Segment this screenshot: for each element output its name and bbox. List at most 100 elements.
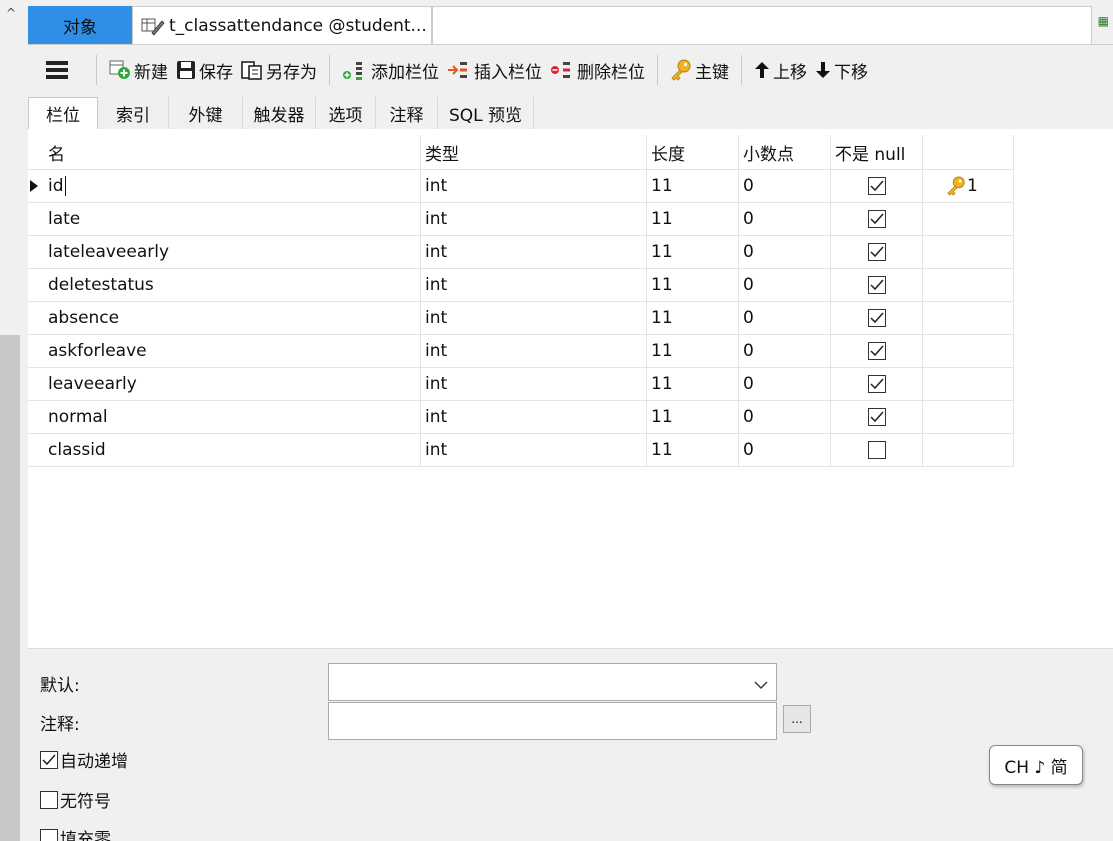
table-row[interactable]: normal int 11 0 xyxy=(28,401,1014,434)
tab-objects[interactable]: 对象 xyxy=(28,6,132,44)
row-indicator[interactable] xyxy=(28,368,44,400)
auto-increment-checkbox-row[interactable]: 自动递增 xyxy=(40,747,128,772)
field-length-cell[interactable]: 11 xyxy=(647,401,739,433)
field-length-cell[interactable]: 11 xyxy=(647,203,739,235)
field-length-cell[interactable]: 11 xyxy=(647,368,739,400)
tab-table-design[interactable]: t_classattendance @student... xyxy=(132,6,432,44)
auto-increment-checkbox[interactable] xyxy=(40,750,58,769)
move-down-button[interactable]: 下移 xyxy=(811,55,872,85)
field-type-cell[interactable]: int xyxy=(421,335,647,367)
field-not-null-cell[interactable] xyxy=(831,236,923,268)
field-decimals-cell[interactable]: 0 xyxy=(739,368,831,400)
field-not-null-cell[interactable] xyxy=(831,302,923,334)
field-type-cell[interactable]: int xyxy=(421,203,647,235)
field-name-cell[interactable]: lateleaveearly xyxy=(44,236,421,268)
row-indicator[interactable] xyxy=(28,269,44,301)
comment-input[interactable] xyxy=(328,702,777,740)
move-up-button[interactable]: 上移 xyxy=(750,55,811,85)
field-not-null-cell[interactable] xyxy=(831,434,923,466)
field-not-null-cell[interactable] xyxy=(831,335,923,367)
field-decimals-cell[interactable]: 0 xyxy=(739,302,831,334)
zerofill-checkbox-row[interactable]: 填充零 xyxy=(40,825,111,841)
field-name-cell[interactable]: late xyxy=(44,203,421,235)
column-header-name[interactable]: 名 xyxy=(44,135,421,169)
comment-ellipsis-button[interactable]: ... xyxy=(783,705,811,733)
table-row[interactable]: leaveearly int 11 0 xyxy=(28,368,1014,401)
new-button[interactable]: 新建 xyxy=(105,55,172,85)
subtab-indexes[interactable]: 索引 xyxy=(98,97,169,129)
row-indicator[interactable] xyxy=(28,434,44,466)
menu-icon[interactable] xyxy=(46,61,68,79)
field-length-cell[interactable]: 11 xyxy=(647,236,739,268)
table-row[interactable]: absence int 11 0 xyxy=(28,302,1014,335)
zerofill-checkbox[interactable] xyxy=(40,828,58,841)
subtab-triggers[interactable]: 触发器 xyxy=(243,97,316,129)
field-not-null-cell[interactable] xyxy=(831,368,923,400)
column-header-not-null[interactable]: 不是 null xyxy=(831,135,923,169)
default-select[interactable] xyxy=(328,663,777,701)
not-null-checkbox[interactable] xyxy=(867,177,886,195)
subtab-fields[interactable]: 栏位 xyxy=(28,97,98,129)
field-name-cell[interactable]: normal xyxy=(44,401,421,433)
field-name-cell[interactable]: absence xyxy=(44,302,421,334)
not-null-checkbox[interactable] xyxy=(867,441,886,459)
ime-indicator[interactable]: CH ♪ 简 xyxy=(989,745,1083,785)
field-not-null-cell[interactable] xyxy=(831,203,923,235)
subtab-options[interactable]: 选项 xyxy=(316,97,376,129)
not-null-checkbox[interactable] xyxy=(867,342,886,360)
field-type-cell[interactable]: int xyxy=(421,434,647,466)
row-indicator[interactable] xyxy=(28,302,44,334)
field-type-cell[interactable]: int xyxy=(421,269,647,301)
not-null-checkbox[interactable] xyxy=(867,375,886,393)
field-not-null-cell[interactable] xyxy=(831,269,923,301)
primary-key-button[interactable]: 主键 xyxy=(666,55,733,85)
field-decimals-cell[interactable]: 0 xyxy=(739,203,831,235)
column-header-length[interactable]: 长度 xyxy=(647,135,739,169)
not-null-checkbox[interactable] xyxy=(867,309,886,327)
field-name-cell[interactable]: classid xyxy=(44,434,421,466)
subtab-comments[interactable]: 注释 xyxy=(376,97,438,129)
field-decimals-cell[interactable]: 0 xyxy=(739,401,831,433)
field-type-cell[interactable]: int xyxy=(421,236,647,268)
field-type-cell[interactable]: int xyxy=(421,170,647,202)
table-row[interactable]: askforleave int 11 0 xyxy=(28,335,1014,368)
row-indicator[interactable] xyxy=(28,236,44,268)
field-name-cell[interactable]: id xyxy=(44,170,421,202)
field-not-null-cell[interactable] xyxy=(831,401,923,433)
field-not-null-cell[interactable] xyxy=(831,170,923,202)
row-indicator[interactable] xyxy=(28,401,44,433)
subtab-foreign-keys[interactable]: 外键 xyxy=(169,97,243,129)
row-indicator[interactable] xyxy=(28,203,44,235)
table-row[interactable]: deletestatus int 11 0 xyxy=(28,269,1014,302)
field-type-cell[interactable]: int xyxy=(421,302,647,334)
field-length-cell[interactable]: 11 xyxy=(647,170,739,202)
table-row[interactable]: id int 11 0 1 xyxy=(28,170,1014,203)
not-null-checkbox[interactable] xyxy=(867,276,886,294)
not-null-checkbox[interactable] xyxy=(867,243,886,261)
table-row[interactable]: lateleaveearly int 11 0 xyxy=(28,236,1014,269)
add-field-button[interactable]: 添加栏位 xyxy=(338,55,443,85)
not-null-checkbox[interactable] xyxy=(867,408,886,426)
field-length-cell[interactable]: 11 xyxy=(647,302,739,334)
not-null-checkbox[interactable] xyxy=(867,210,886,228)
column-header-decimals[interactable]: 小数点 xyxy=(739,135,831,169)
field-decimals-cell[interactable]: 0 xyxy=(739,236,831,268)
field-decimals-cell[interactable]: 0 xyxy=(739,269,831,301)
field-name-cell[interactable]: askforleave xyxy=(44,335,421,367)
field-decimals-cell[interactable]: 0 xyxy=(739,335,831,367)
field-name-cell[interactable]: deletestatus xyxy=(44,269,421,301)
field-name-cell[interactable]: leaveearly xyxy=(44,368,421,400)
unsigned-checkbox[interactable] xyxy=(40,790,58,809)
field-length-cell[interactable]: 11 xyxy=(647,434,739,466)
field-length-cell[interactable]: 11 xyxy=(647,269,739,301)
table-row[interactable]: classid int 11 0 xyxy=(28,434,1014,467)
save-as-button[interactable]: 另存为 xyxy=(237,55,321,85)
delete-field-button[interactable]: 删除栏位 xyxy=(546,55,649,85)
field-length-cell[interactable]: 11 xyxy=(647,335,739,367)
field-decimals-cell[interactable]: 0 xyxy=(739,170,831,202)
save-button[interactable]: 保存 xyxy=(172,55,237,85)
field-type-cell[interactable]: int xyxy=(421,368,647,400)
field-decimals-cell[interactable]: 0 xyxy=(739,434,831,466)
subtab-sql-preview[interactable]: SQL 预览 xyxy=(438,97,534,129)
row-indicator[interactable] xyxy=(28,335,44,367)
